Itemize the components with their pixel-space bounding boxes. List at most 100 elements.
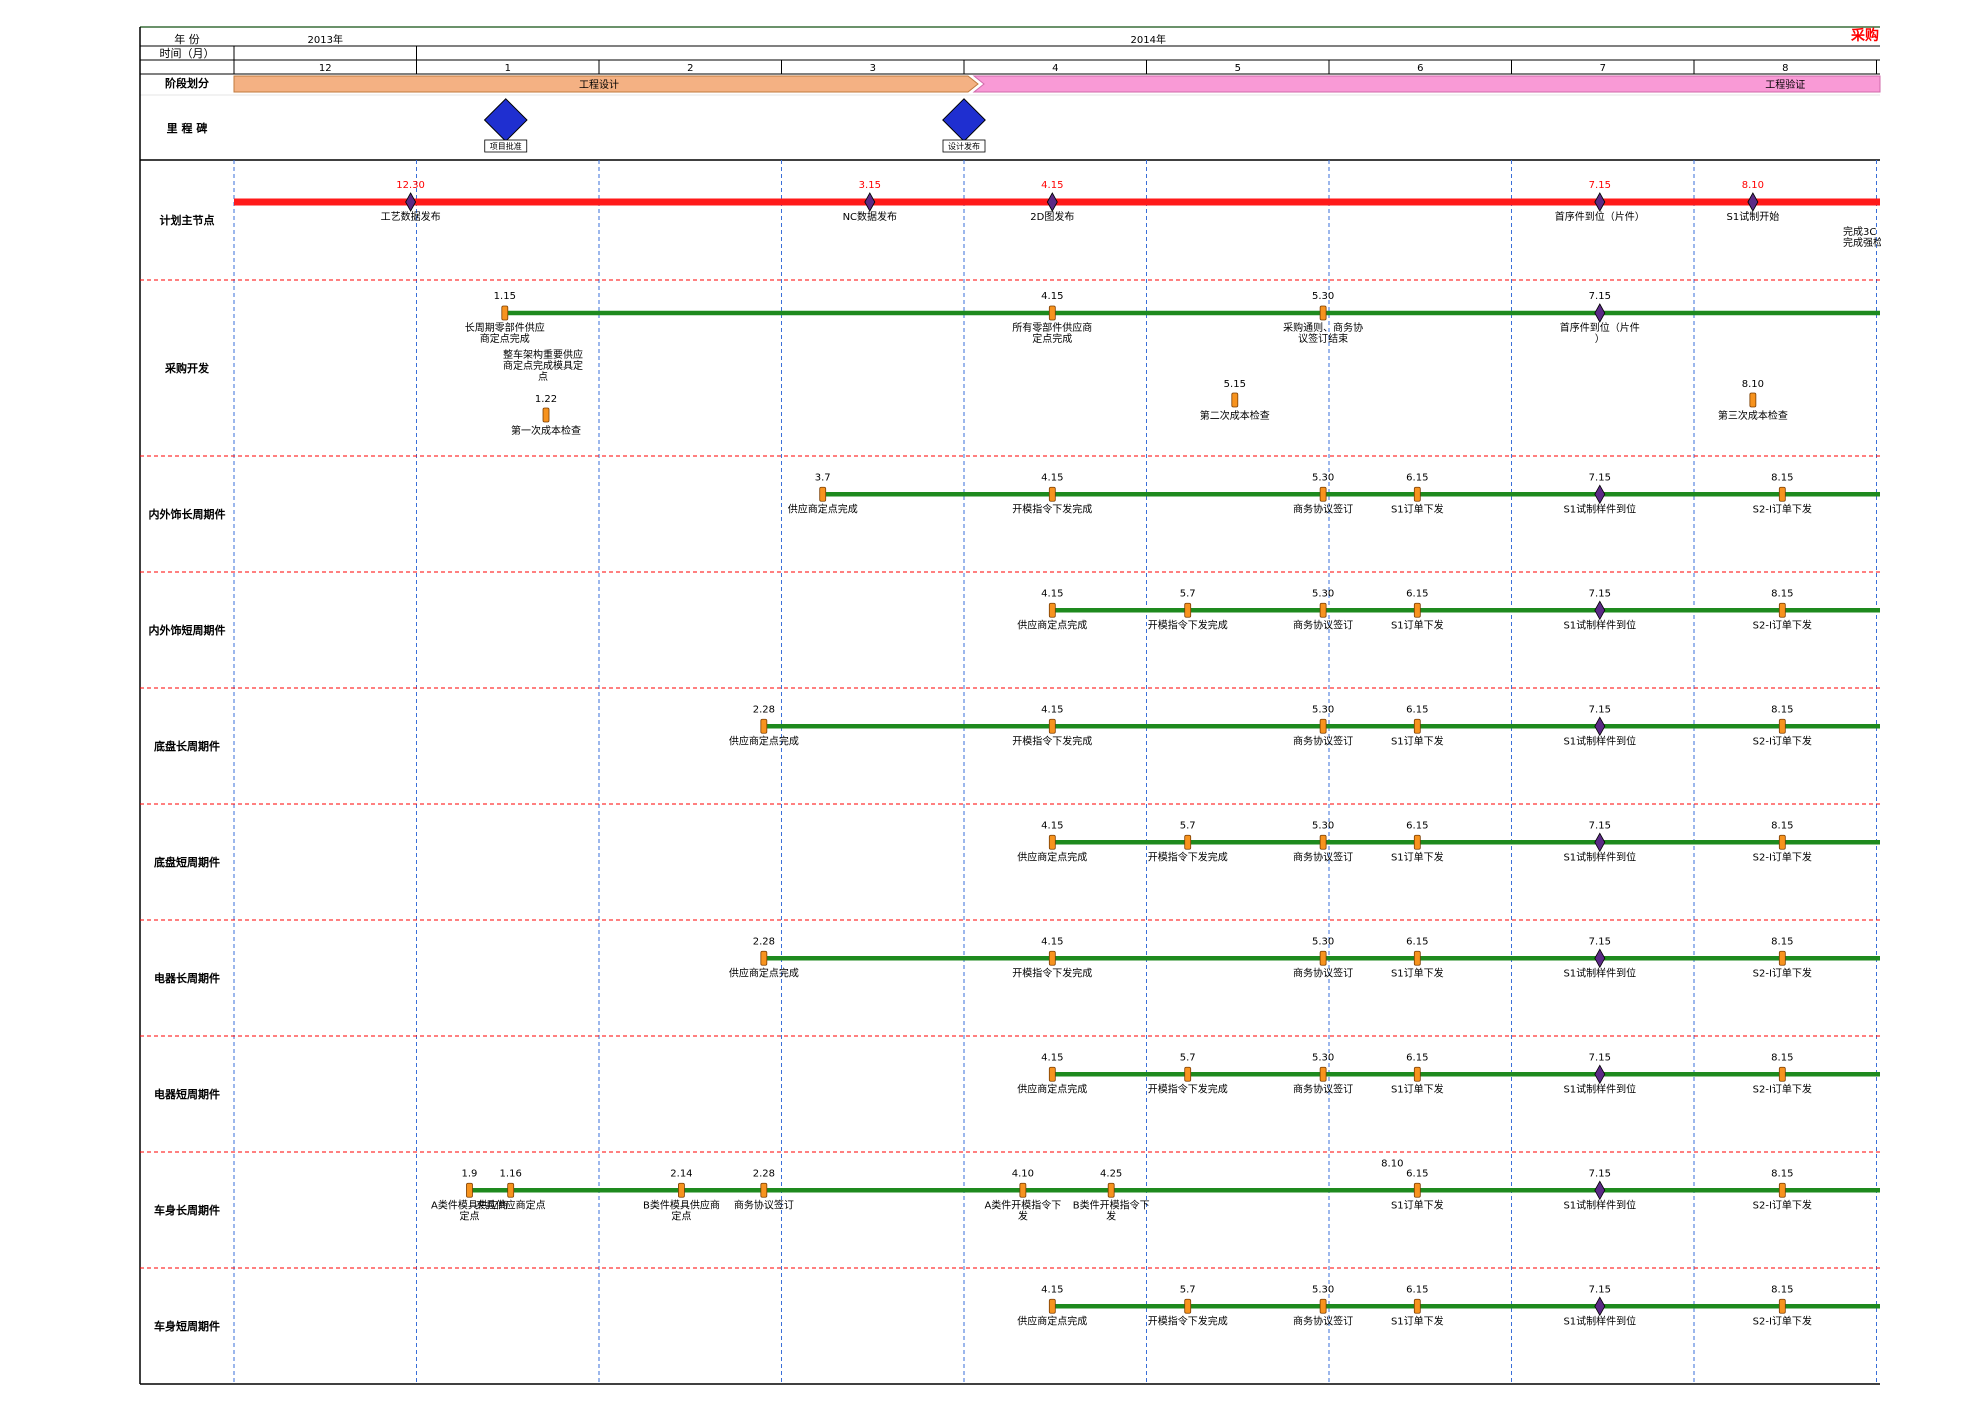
- event-date: 6.15: [1406, 588, 1428, 599]
- diamond-marker: [1594, 832, 1606, 853]
- bar-marker: [1778, 486, 1786, 502]
- event-date: 5.7: [1180, 1284, 1196, 1295]
- bar-marker: [1048, 1298, 1056, 1314]
- event-label: 商务协议签订: [734, 1198, 794, 1211]
- extra-note: 商定点完成模具定: [503, 359, 583, 372]
- extra-date: 1.22: [535, 394, 557, 405]
- bar-marker: [1184, 1298, 1192, 1314]
- event-date: 4.10: [1012, 1168, 1034, 1179]
- event-label: S2-I订单下发: [1753, 850, 1812, 863]
- event-label: 供应商定点完成: [1017, 1082, 1087, 1095]
- event-label: 开模指令下发完成: [1148, 1314, 1228, 1327]
- event-date: 4.15: [1041, 472, 1063, 483]
- extra-note: 整车架构重要供应: [503, 348, 583, 361]
- event-label: 发: [1106, 1209, 1116, 1222]
- event-label: B类件模具供应商: [643, 1198, 720, 1211]
- bar-marker: [1048, 305, 1056, 321]
- event-label: S1试制样件到位: [1563, 1082, 1636, 1095]
- event-date: 4.15: [1041, 291, 1063, 302]
- event-date: 6.15: [1406, 1284, 1428, 1295]
- bar-marker: [1778, 1298, 1786, 1314]
- bar-marker: [1413, 1066, 1421, 1082]
- event-label: 开模指令下发完成: [1012, 966, 1092, 979]
- bar-marker: [1413, 950, 1421, 966]
- bar-marker: [1319, 834, 1327, 850]
- event-label: 商务协议签订: [1293, 734, 1353, 747]
- event-label: 供应商定点完成: [729, 966, 799, 979]
- time-label: 时间（月）: [160, 47, 215, 60]
- bar-marker: [1413, 1182, 1421, 1198]
- event-label: ）: [1595, 333, 1605, 345]
- event-label: 定点完成: [1032, 332, 1072, 345]
- bar-marker: [1413, 486, 1421, 502]
- event-label: S1订单下发: [1391, 618, 1444, 631]
- diamond-marker: [1594, 303, 1606, 323]
- event-label: S1试制样件到位: [1563, 1314, 1636, 1327]
- event-label: NC数据发布: [843, 210, 897, 223]
- milestone-caption: 设计发布: [948, 141, 980, 151]
- event-label: 开模指令下发完成: [1148, 1082, 1228, 1095]
- event-label: S1试制开始: [1727, 210, 1780, 223]
- event-date: 2.28: [753, 1168, 775, 1179]
- extra-label: 第二次成本检查: [1200, 409, 1270, 422]
- event-label: 开模指令下发完成: [1148, 850, 1228, 863]
- event-label: S2-I订单下发: [1753, 618, 1812, 631]
- bar-marker: [1319, 1298, 1327, 1314]
- diamond-marker: [1594, 484, 1606, 505]
- row-label: 内外饰短周期件: [149, 623, 226, 637]
- bar-marker: [1413, 602, 1421, 618]
- corner-title: 采购: [1850, 27, 1879, 44]
- bar-marker: [760, 950, 768, 966]
- row-3: 内外饰长周期件 3.7 供应商定点完成 4.15 开模指令下发完成 5.30 商务协议签订 6…: [149, 472, 1880, 521]
- bar-marker: [1778, 950, 1786, 966]
- event-label: S1试制样件到位: [1563, 502, 1636, 515]
- event-date: 5.7: [1180, 820, 1196, 831]
- row-1: 计划主节点 12.30 工艺数据发布 3.15 NC数据发布 4.15 2D图发布 7.15 首…: [160, 180, 1884, 249]
- event-date: 1.9: [462, 1168, 478, 1179]
- event-date: 4.15: [1041, 936, 1063, 947]
- event-label: S2-I订单下发: [1753, 1082, 1812, 1095]
- bar-marker: [760, 718, 768, 734]
- bar-marker: [819, 486, 827, 502]
- event-label: S1试制样件到位: [1563, 618, 1636, 631]
- grid-layer: [139, 26, 1880, 1385]
- event-label: S1订单下发: [1391, 1314, 1444, 1327]
- event-date: 8.15: [1771, 588, 1793, 599]
- event-date: 4.15: [1041, 588, 1063, 599]
- event-date: 7.15: [1589, 1168, 1611, 1179]
- extra-label: 第一次成本检查: [511, 424, 581, 437]
- bar-marker: [542, 407, 550, 423]
- bar-marker: [760, 1182, 768, 1198]
- event-date: 5.30: [1312, 1052, 1334, 1063]
- event-label: S2-I订单下发: [1753, 734, 1812, 747]
- phase-label-design: 工程设计: [579, 78, 619, 91]
- event-label: 商务协议签订: [1293, 850, 1353, 863]
- row-label: 电器长周期件: [154, 971, 220, 985]
- event-label: S1试制样件到位: [1563, 850, 1636, 863]
- row-label: 底盘短周期件: [154, 855, 220, 869]
- right-clip: [1881, 46, 1984, 1386]
- extra-date: 8.10: [1742, 379, 1764, 390]
- event-date: 7.15: [1589, 180, 1611, 191]
- event-label: 发: [1018, 1209, 1028, 1222]
- event-date: 2.14: [670, 1168, 692, 1179]
- bar-marker: [1048, 718, 1056, 734]
- event-label: 首序件到位（片件: [1560, 321, 1640, 334]
- event-label: 2D图发布: [1030, 210, 1074, 223]
- event-date: 3.15: [859, 180, 881, 191]
- bar-marker: [1749, 392, 1757, 408]
- row-label: 内外饰长周期件: [149, 507, 226, 521]
- row-9: 车身长周期件1.9A类件模具供应商定点1.16夹具供应商定点2.14B类件模具供…: [154, 1158, 1880, 1222]
- extra-date: 5.15: [1224, 379, 1246, 390]
- event-date: 5.30: [1312, 820, 1334, 831]
- event-label: 商定点完成: [480, 332, 530, 345]
- event-date: 4.15: [1041, 820, 1063, 831]
- event-date: 7.15: [1589, 704, 1611, 715]
- event-date: 1.16: [500, 1168, 522, 1179]
- row-10: 车身短周期件 4.15 供应商定点完成 5.7 开模指令下发完成 5.30 商务协议签订 6.…: [154, 1284, 1880, 1333]
- event-date: 7.15: [1589, 472, 1611, 483]
- diamond-marker: [1594, 948, 1606, 969]
- event-date: 6.15: [1406, 1052, 1428, 1063]
- event-date: 7.15: [1589, 936, 1611, 947]
- month-label-1: 1: [505, 63, 511, 74]
